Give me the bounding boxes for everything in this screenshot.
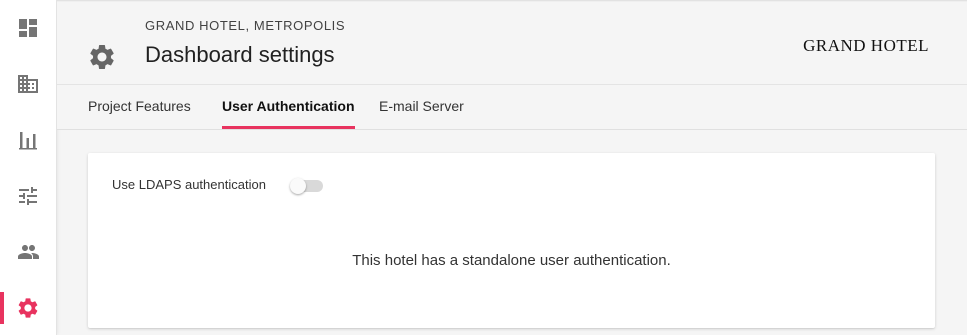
standalone-auth-message: This hotel has a standalone user authent…: [352, 252, 671, 269]
page-title: Dashboard settings: [145, 42, 335, 67]
sidebar-item-dashboard[interactable]: [0, 6, 56, 50]
sidebar-item-controls[interactable]: [0, 174, 56, 218]
bar-chart-icon: [19, 132, 37, 150]
sliders-icon: [19, 187, 37, 205]
sidebar-item-statistics[interactable]: [0, 118, 56, 162]
app-root: GRAND HOTEL, METROPOLIS Dashboard settin…: [0, 0, 967, 335]
header-shadow: [57, 0, 967, 2]
sidebar: [0, 0, 57, 335]
gear-icon: [18, 298, 38, 318]
settings-tabs: Project Features User Authentication E-m…: [57, 85, 967, 130]
hotel-logo: GRAND HOTEL: [803, 36, 929, 55]
building-icon: [18, 75, 38, 93]
dashboard-icon: [19, 19, 37, 37]
ldaps-toggle[interactable]: [290, 178, 323, 194]
page-header: GRAND HOTEL, METROPOLIS Dashboard settin…: [57, 0, 967, 85]
sidebar-item-buildings[interactable]: [0, 62, 56, 106]
ldaps-label: Use LDAPS authentication: [112, 177, 266, 192]
tab-project-features[interactable]: Project Features: [88, 85, 191, 129]
hotel-name: GRAND HOTEL, METROPOLIS: [145, 18, 346, 33]
toggle-knob[interactable]: [290, 178, 306, 194]
sidebar-item-users[interactable]: [0, 230, 56, 274]
sidebar-item-settings[interactable]: [0, 286, 56, 330]
tab-user-authentication[interactable]: User Authentication: [222, 85, 355, 129]
authentication-card: Use LDAPS authentication This hotel has …: [88, 153, 935, 328]
tab-email-server[interactable]: E-mail Server: [379, 85, 464, 129]
users-icon: [18, 245, 39, 259]
title-gear-icon: [87, 42, 117, 72]
